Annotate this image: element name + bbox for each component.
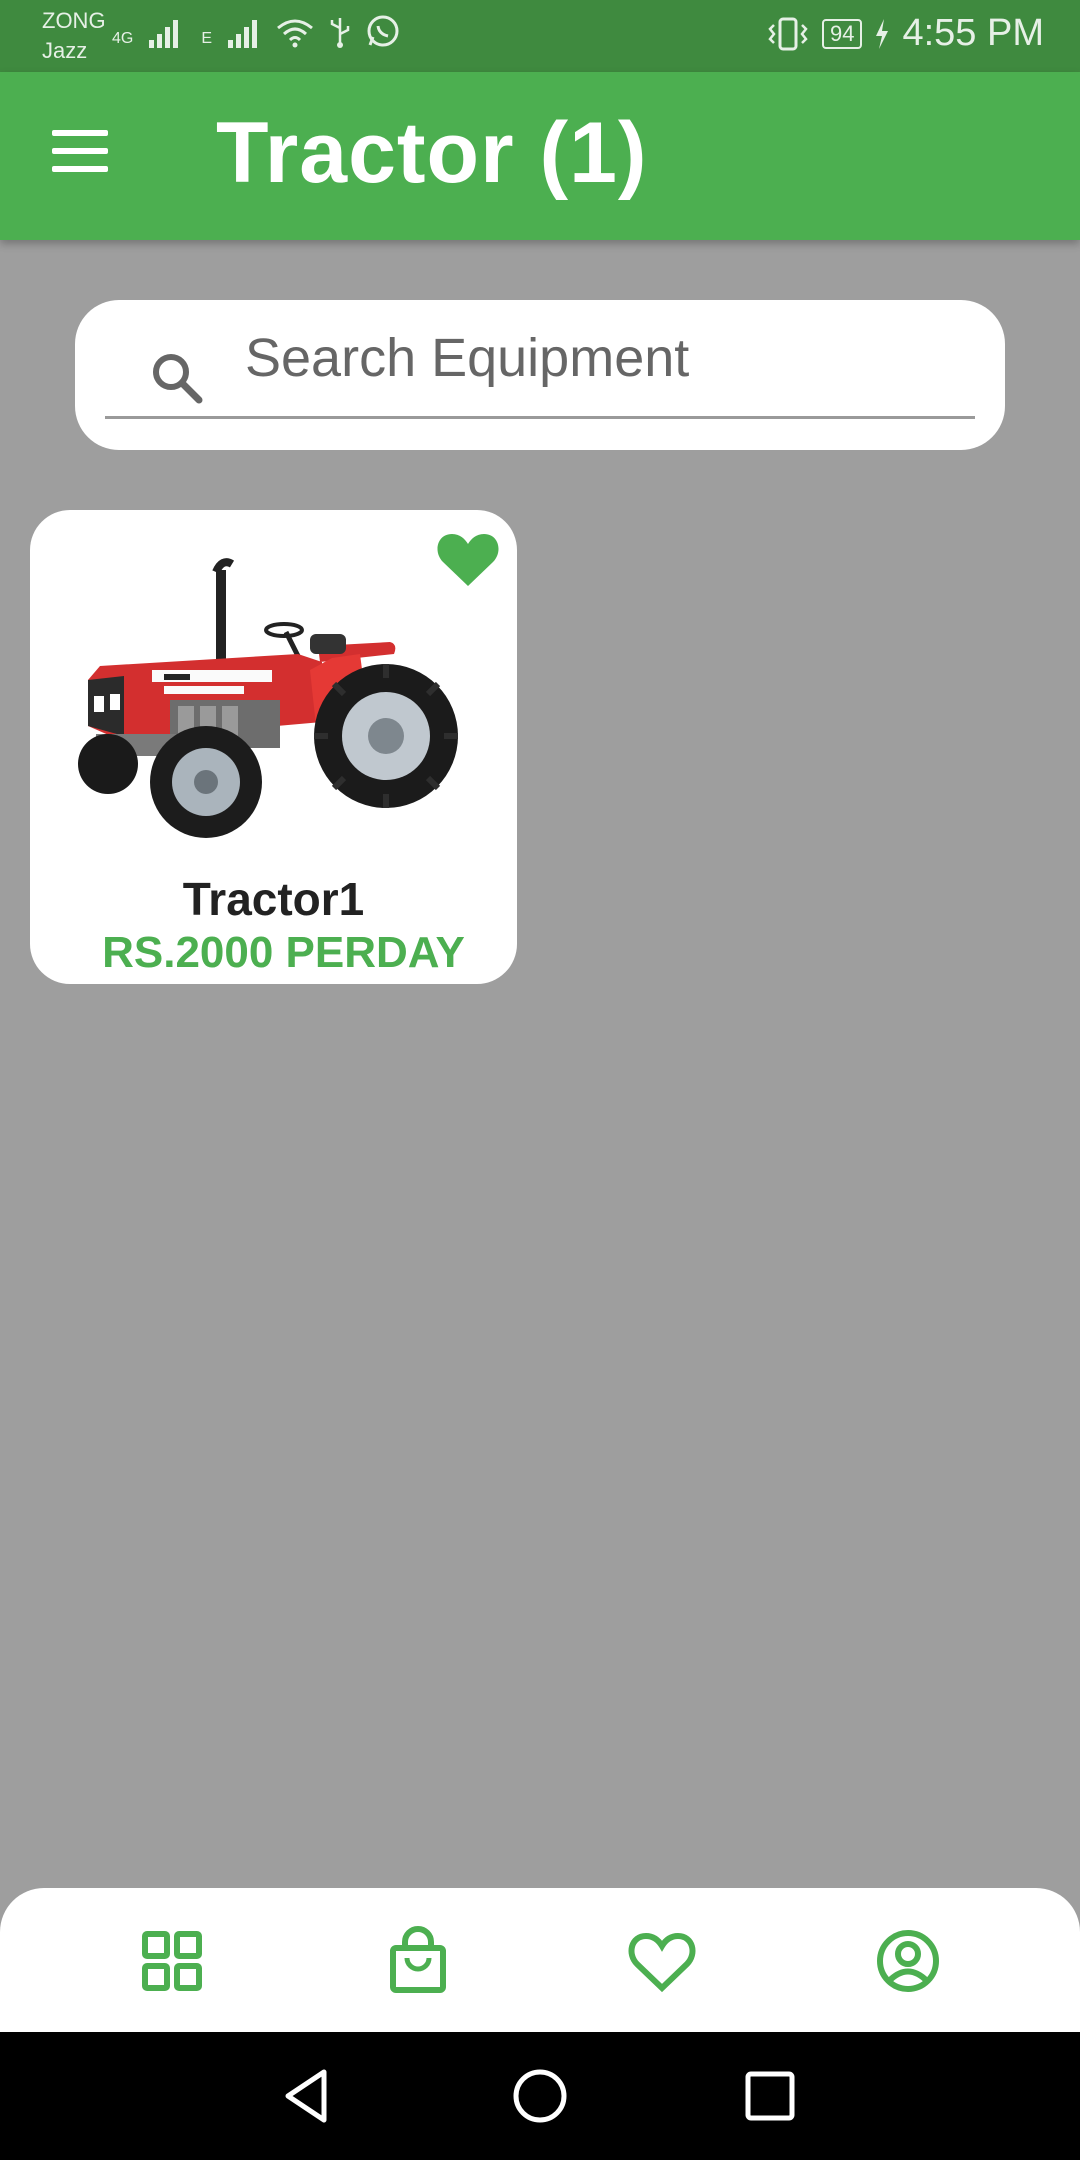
carrier-secondary: Jazz (42, 38, 88, 63)
recents-icon[interactable] (740, 2066, 800, 2126)
search-card (75, 300, 1005, 450)
heart-icon[interactable] (627, 1926, 697, 1996)
signal-icon-2 (228, 20, 258, 48)
product-name: Tractor1 (182, 873, 365, 925)
menu-icon-bar (52, 148, 108, 154)
page-title: Tractor (1) (216, 105, 648, 201)
app-bar: Tractor (1) (0, 72, 1080, 240)
search-icon (153, 354, 203, 404)
product-price: RS.2000 PERDAY (102, 928, 465, 977)
vibrate-icon (768, 17, 808, 50)
search-input[interactable] (245, 318, 965, 398)
network-type-2: E (201, 30, 213, 47)
bottom-navigation (0, 1888, 1080, 2032)
signal-icons: 4G E (112, 14, 400, 48)
search-underline (105, 416, 975, 419)
whatsapp-icon (367, 15, 399, 47)
charging-icon (876, 18, 889, 49)
status-bar: ZONG Jazz 4G E 94 4:55 PM (0, 0, 1080, 72)
carrier-primary: ZONG (42, 8, 106, 33)
product-card[interactable]: Tractor1 RS.2000 PERDAY (30, 510, 517, 984)
menu-icon-bar (52, 130, 108, 136)
shopping-bag-icon[interactable] (383, 1926, 453, 1996)
system-navigation-bar (0, 2032, 1080, 2160)
tractor-image (78, 558, 458, 838)
menu-button[interactable] (52, 130, 114, 180)
home-icon[interactable] (510, 2066, 570, 2126)
status-right: 94 4:55 PM (766, 12, 1044, 55)
battery-level: 94 (821, 18, 863, 49)
signal-icon (149, 20, 179, 48)
profile-icon[interactable] (873, 1926, 943, 1996)
clock: 4:55 PM (902, 12, 1044, 54)
network-type-1: 4G (112, 30, 134, 47)
back-icon[interactable] (278, 2066, 338, 2126)
carrier-info: ZONG Jazz (42, 6, 106, 66)
menu-icon-bar (52, 166, 108, 172)
grid-icon[interactable] (137, 1926, 207, 1996)
wifi-icon (277, 19, 313, 48)
usb-icon (330, 18, 350, 48)
